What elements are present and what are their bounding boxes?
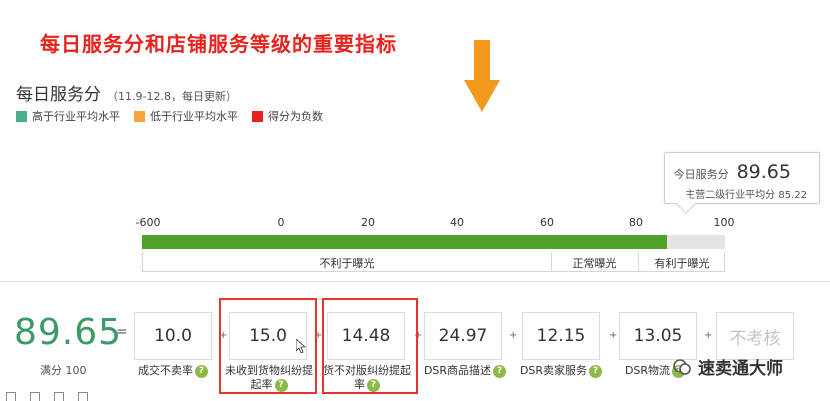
metric-caption-text: 成交不卖率 — [138, 364, 193, 377]
scale-tick: 20 — [361, 216, 375, 229]
wechat-logo-icon — [673, 358, 691, 375]
toolbar-icon[interactable] — [30, 392, 40, 401]
exposure-zones: 不利于曝光 正常曝光 有利于曝光 — [142, 252, 725, 272]
metric-caption-text: DSR商品描述 — [423, 364, 492, 377]
score-progress-bar — [142, 235, 725, 249]
watermark: 速卖通大师 — [672, 354, 783, 379]
scale-tick: -600 — [135, 216, 161, 229]
watermark-text: 速卖通大师 — [698, 359, 783, 379]
headline: 每日服务分和店铺服务等级的重要指标 — [40, 32, 397, 56]
equals-sign: = — [116, 324, 128, 340]
total-score: 89.65 — [14, 312, 123, 353]
help-icon[interactable]: ? — [589, 364, 603, 378]
metric-box-5: 12.15 — [522, 312, 600, 360]
zone-normal: 正常曝光 — [572, 257, 617, 270]
plus-sign: + — [609, 330, 618, 341]
metric-box-6: 13.05 — [619, 312, 697, 360]
metric-caption-text: DSR卖家服务 — [519, 364, 588, 377]
down-arrow-icon — [464, 40, 500, 112]
scale-tick: 0 — [277, 216, 285, 229]
toolbar-icon[interactable] — [54, 392, 64, 401]
toolbar-icon[interactable] — [78, 392, 88, 401]
tooltip-industry: 主营二级行业平均分 85.22 — [685, 186, 807, 201]
bottom-toolbar — [6, 392, 88, 401]
mouse-cursor-icon — [296, 339, 306, 353]
score-progress-fill — [142, 235, 667, 249]
zone-unfavorable: 不利于曝光 — [319, 257, 375, 270]
legend: 高于行业平均水平 低于行业平均水平 得分为负数 — [16, 108, 323, 124]
scale-tick: 80 — [629, 216, 643, 229]
tooltip-today-label: 今日服务分 — [673, 168, 729, 181]
legend-label: 得分为负数 — [268, 110, 323, 123]
plus-sign: + — [509, 330, 518, 341]
score-tooltip: 今日服务分 89.65 主营二级行业平均分 85.22 — [664, 152, 820, 214]
plus-sign: + — [704, 330, 713, 341]
section-subtitle: （11.9-12.8，每日更新） — [107, 90, 237, 103]
full-score-label: 满分 100 — [40, 364, 87, 377]
metric-box-1: 10.0 — [134, 312, 212, 360]
metric-caption-1: 成交不卖率? — [134, 364, 212, 378]
zone-favorable: 有利于曝光 — [654, 257, 710, 270]
legend-swatch — [252, 110, 263, 122]
legend-label: 低于行业平均水平 — [150, 110, 238, 123]
legend-item-below: 低于行业平均水平 — [134, 108, 238, 124]
metric-box-4: 24.97 — [424, 312, 502, 360]
section-title: 每日服务分 （11.9-12.8，每日更新） — [16, 80, 237, 105]
metric-caption-text: DSR物流 — [624, 364, 671, 377]
legend-swatch — [134, 110, 145, 122]
tooltip-industry-value: 85.22 — [778, 190, 807, 201]
tooltip-today: 今日服务分 89.65 — [674, 161, 791, 183]
scale-tick: 100 — [713, 216, 735, 229]
tooltip-industry-label: 主营二级行业平均分 — [685, 190, 776, 201]
tooltip-today-value: 89.65 — [736, 161, 791, 183]
help-icon[interactable]: ? — [493, 364, 507, 378]
highlight-box-not-as-described — [322, 298, 418, 394]
legend-label: 高于行业平均水平 — [32, 110, 120, 123]
legend-item-above: 高于行业平均水平 — [16, 108, 120, 124]
help-icon[interactable]: ? — [195, 364, 208, 378]
section-divider — [0, 281, 830, 282]
metric-box-7: 不考核 — [716, 312, 794, 360]
scale-tick: 60 — [540, 216, 554, 229]
section-title-text: 每日服务分 — [16, 85, 101, 105]
metric-caption-5: DSR卖家服务? — [515, 364, 607, 378]
scale-tick: 40 — [450, 216, 464, 229]
legend-swatch — [16, 110, 27, 122]
toolbar-icon[interactable] — [6, 392, 16, 401]
metric-caption-4: DSR商品描述? — [420, 364, 510, 378]
legend-item-negative: 得分为负数 — [252, 108, 323, 124]
